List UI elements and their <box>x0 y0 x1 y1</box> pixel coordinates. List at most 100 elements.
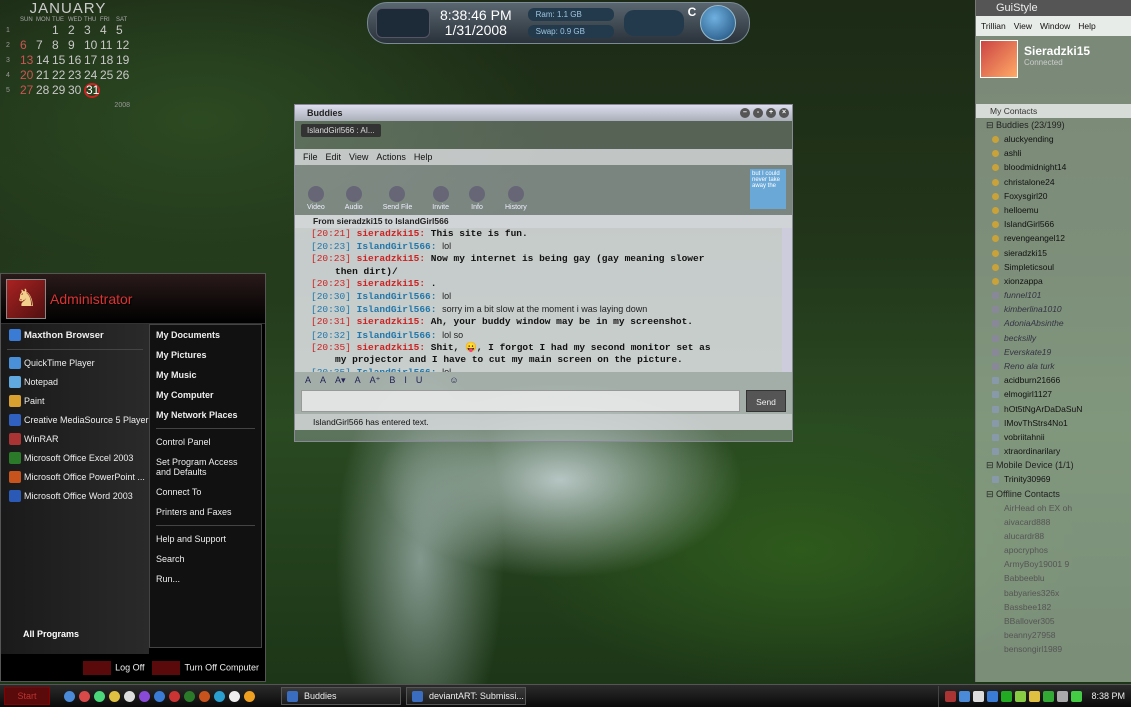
calendar-day[interactable]: 6 <box>20 38 36 53</box>
contact-offline[interactable]: beanny27958 <box>976 628 1131 642</box>
toolbar-button-audio[interactable]: Audio <box>345 186 363 211</box>
format-button[interactable]: I <box>404 375 407 385</box>
toolbar-button-info[interactable]: Info <box>469 186 485 211</box>
toolbar-button-history[interactable]: History <box>505 186 527 211</box>
calendar-day[interactable]: 8 <box>52 38 68 53</box>
menu-item[interactable]: Window <box>1040 21 1070 31</box>
menu-item[interactable]: View <box>349 152 368 162</box>
close-icon[interactable]: × <box>779 108 789 118</box>
tray-icon[interactable] <box>1001 690 1013 702</box>
menu-item[interactable]: View <box>1014 21 1032 31</box>
group-mobile[interactable]: ⊟ Mobile Device (1/1) <box>976 458 1131 472</box>
tray-icon[interactable] <box>987 690 999 702</box>
start-link-help[interactable]: Search <box>150 549 261 569</box>
quick-launch-icon[interactable] <box>229 690 240 702</box>
user-picture-icon[interactable]: ♞ <box>6 278 46 319</box>
contact-away[interactable]: becksilly <box>976 331 1131 345</box>
panel-title[interactable]: GuiStyle <box>976 0 1131 16</box>
calendar-day[interactable]: 12 <box>116 38 132 53</box>
calendar-day[interactable]: 23 <box>68 68 84 83</box>
contact-mobile[interactable]: xtraordinarilary <box>976 444 1131 458</box>
start-item-recent[interactable]: Microsoft Office Word 2003 <box>1 486 149 505</box>
contact-offline[interactable]: babyaries326x <box>976 586 1131 600</box>
contact-offline[interactable]: AirHead oh EX oh <box>976 501 1131 515</box>
volume-icon[interactable] <box>1057 690 1069 702</box>
contact-online[interactable]: xionzappa <box>976 274 1131 288</box>
contact-away[interactable]: kimberlina1010 <box>976 302 1131 316</box>
emoticon-icon[interactable]: ☺ <box>449 375 458 385</box>
quick-launch-icon[interactable] <box>244 690 255 702</box>
menu-item[interactable]: Help <box>414 152 433 162</box>
start-item-pinned[interactable]: Maxthon Browser <box>1 324 149 346</box>
calendar-day[interactable]: 13 <box>20 53 36 68</box>
calendar-day[interactable]: 24 <box>84 68 100 83</box>
quick-launch-icon[interactable] <box>109 690 120 702</box>
my-avatar[interactable] <box>980 40 1018 78</box>
calendar-day[interactable]: 19 <box>116 53 132 68</box>
calendar-day[interactable] <box>100 83 116 98</box>
format-button[interactable]: A▾ <box>335 375 346 386</box>
contact-online[interactable]: revengeangel12 <box>976 231 1131 245</box>
menu-item[interactable]: Trillian <box>981 21 1006 31</box>
quick-launch-icon[interactable] <box>199 690 210 702</box>
contact-offline[interactable]: bensongirl1989 <box>976 642 1131 656</box>
start-item-recent[interactable]: Microsoft Office Excel 2003 <box>1 448 149 467</box>
start-link-places[interactable]: My Network Places <box>150 405 261 425</box>
contact-mobile[interactable]: Trinity30969 <box>976 472 1131 486</box>
contact-away[interactable]: Reno ala turk <box>976 359 1131 373</box>
tray-icon[interactable] <box>959 690 971 702</box>
quick-launch-icon[interactable] <box>169 690 180 702</box>
quick-launch-icon[interactable] <box>64 690 75 702</box>
menu-item[interactable]: Edit <box>326 152 342 162</box>
quick-launch-icon[interactable] <box>184 690 195 702</box>
chat-tab[interactable]: IslandGirl566 : AI... <box>301 123 381 137</box>
start-item-recent[interactable]: Creative MediaSource 5 Player <box>1 410 149 429</box>
contact-online[interactable]: helloemu <box>976 203 1131 217</box>
contact-away[interactable]: AdoniaAbsinthe <box>976 316 1131 330</box>
contact-mobile[interactable]: IMovThStrs4No1 <box>976 416 1131 430</box>
start-link-places[interactable]: My Music <box>150 365 261 385</box>
format-button[interactable]: A <box>305 375 311 385</box>
calendar-day[interactable]: 1 <box>52 23 68 38</box>
format-button[interactable]: U <box>416 375 423 385</box>
calendar-day[interactable]: 28 <box>36 83 52 98</box>
turn-off-button[interactable]: Turn Off Computer <box>152 661 259 675</box>
calendar-day[interactable]: 21 <box>36 68 52 83</box>
contact-mobile[interactable]: hOt5tNgArDaDaSuN <box>976 402 1131 416</box>
calendar-day[interactable]: 11 <box>100 38 116 53</box>
calendar-day[interactable] <box>116 83 132 98</box>
menu-item[interactable]: Actions <box>376 152 406 162</box>
contact-online[interactable]: ashli <box>976 146 1131 160</box>
calendar-day[interactable]: 26 <box>116 68 132 83</box>
send-button[interactable]: Send <box>746 390 786 412</box>
quick-launch-icon[interactable] <box>94 690 105 702</box>
quick-launch-icon[interactable] <box>79 690 90 702</box>
toolbar-button-invite[interactable]: Invite <box>432 186 449 211</box>
contact-mobile[interactable]: vobriitahnii <box>976 430 1131 444</box>
contact-offline[interactable]: BBallover305 <box>976 614 1131 628</box>
start-item-recent[interactable]: Microsoft Office PowerPoint ... <box>1 467 149 486</box>
calendar-day[interactable]: 14 <box>36 53 52 68</box>
contact-online[interactable]: christalone24 <box>976 175 1131 189</box>
calendar-day[interactable]: 5 <box>116 23 132 38</box>
start-link-places[interactable]: My Documents <box>150 325 261 345</box>
start-item-recent[interactable]: WinRAR <box>1 429 149 448</box>
taskbar-button-buddies[interactable]: Buddies <box>281 687 401 705</box>
window-titlebar[interactable]: Buddies – - + × <box>295 105 792 121</box>
calendar-day[interactable]: 30 <box>68 83 84 98</box>
start-link-help[interactable]: Run... <box>150 569 261 589</box>
contact-mobile[interactable]: acidburn21666 <box>976 373 1131 387</box>
start-link-system[interactable]: Connect To <box>150 482 261 502</box>
my-status[interactable]: Connected <box>1024 58 1090 67</box>
calendar-day[interactable]: 2 <box>68 23 84 38</box>
tray-icon[interactable] <box>945 690 957 702</box>
calendar-day[interactable]: 27 <box>20 83 36 98</box>
contact-away[interactable]: funnel101 <box>976 288 1131 302</box>
contact-online[interactable]: sieradzki15 <box>976 246 1131 260</box>
shade-icon[interactable]: - <box>753 108 763 118</box>
start-link-system[interactable]: Control Panel <box>150 432 261 452</box>
calendar-day[interactable] <box>20 23 36 38</box>
network-signal-icon[interactable] <box>1071 690 1083 702</box>
calendar-day[interactable]: 7 <box>36 38 52 53</box>
calendar-day[interactable]: 9 <box>68 38 84 53</box>
